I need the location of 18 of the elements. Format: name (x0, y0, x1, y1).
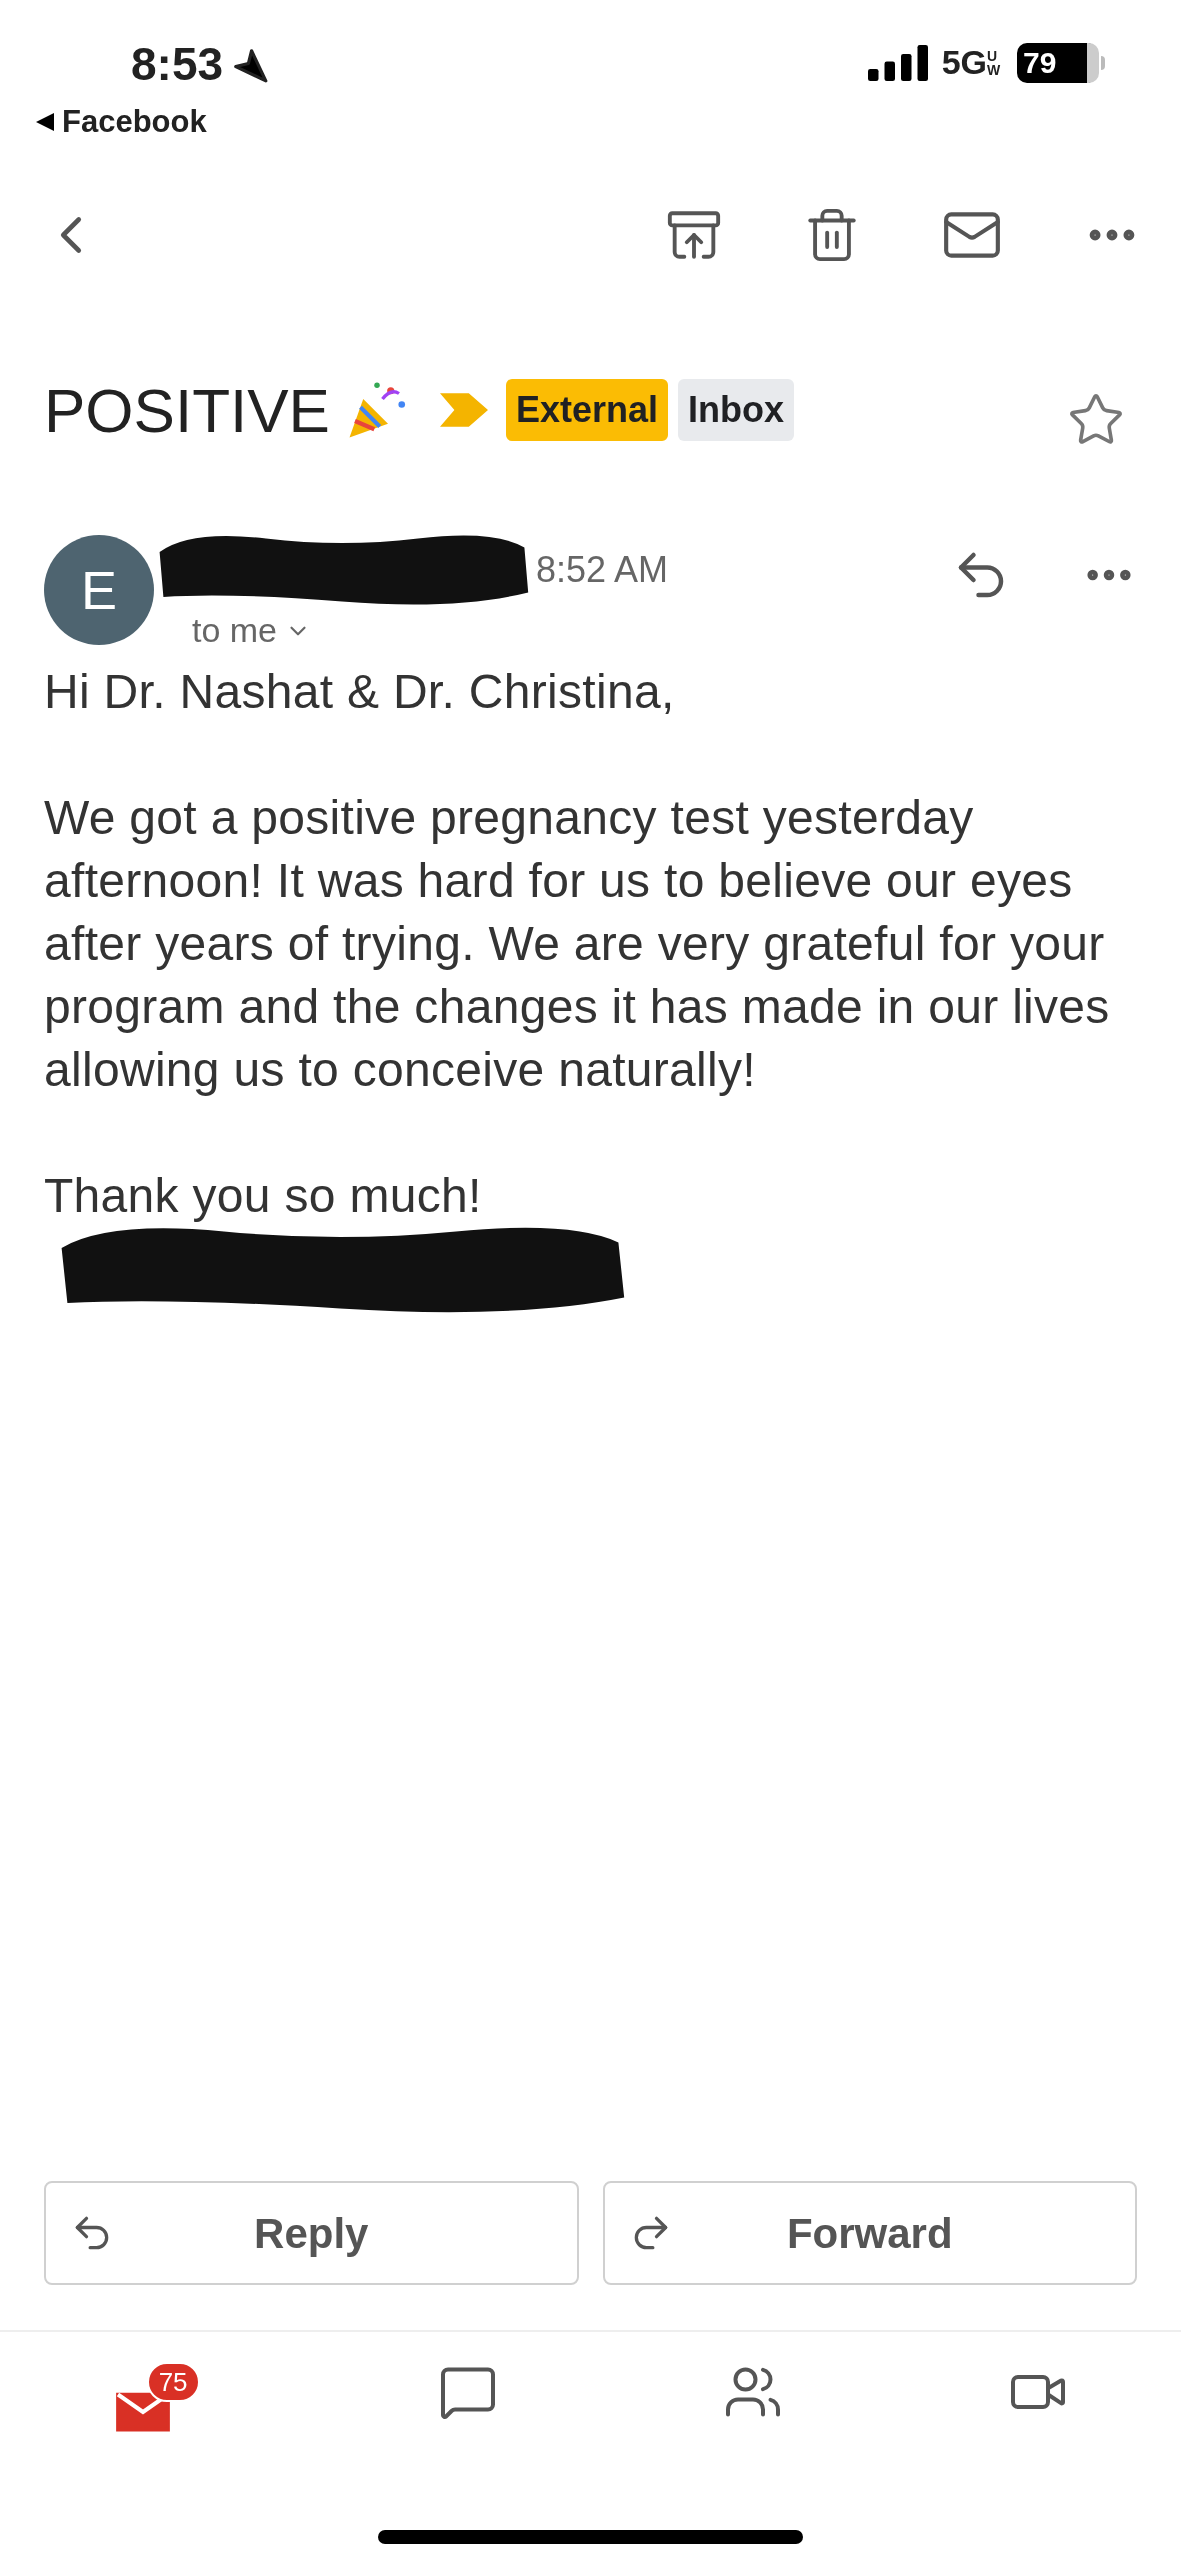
back-triangle-icon (36, 112, 54, 133)
body-paragraph: We got a positive pregnancy test yesterday afternoon! It was hard for us to believe our eyes after years of trying. We are very grateful for your program and the changes it has made in our lives allowing us to conceive naturally! (44, 790, 1111, 1098)
email-time: 8:52 AM (536, 548, 669, 592)
email-subject: POSITIVE (44, 374, 330, 447)
body-paragraph: Thank you so much! (44, 1168, 483, 1224)
recipient-label[interactable]: to me (192, 605, 278, 656)
mail-tab[interactable]: 75 (112, 2362, 213, 2442)
body-paragraph: Hi Dr. Nashat & Dr. Christina, (44, 664, 676, 720)
back-to-app-link[interactable]: Facebook (62, 99, 207, 146)
label-chip: Inbox (678, 379, 795, 441)
label-chip: External (505, 379, 669, 441)
unread-badge: 75 (146, 2362, 200, 2402)
signal-icon (867, 44, 928, 81)
battery-indicator: 79 (1017, 42, 1105, 83)
status-time: 8:53 (131, 37, 224, 92)
sender-avatar: E (44, 535, 154, 645)
forward-button[interactable]: Forward (602, 2181, 1137, 2285)
reply-button[interactable]: Reply (44, 2181, 579, 2285)
